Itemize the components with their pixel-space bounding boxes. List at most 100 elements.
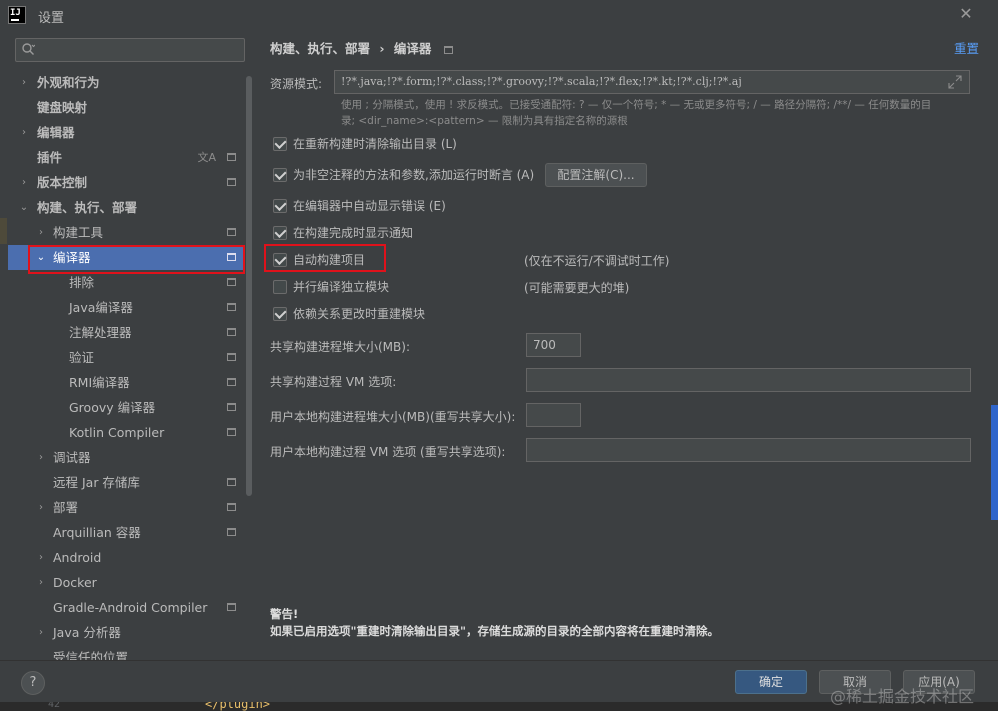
shared-vm-options-label: 共享构建过程 VM 选项: bbox=[270, 375, 397, 389]
tree-item-java-compiler[interactable]: Java编译器 bbox=[8, 295, 244, 320]
tree-item-gradle-android-compiler[interactable]: Gradle-Android Compiler bbox=[8, 595, 244, 620]
tree-item-arquillian-containers[interactable]: Arquillian 容器 bbox=[8, 520, 244, 545]
project-level-icon bbox=[227, 528, 236, 536]
resource-patterns-hint: 使用 ; 分隔模式，使用 ! 求反模式。已接受通配符: ? — 仅一个符号; *… bbox=[341, 97, 961, 129]
chevron-right-icon: › bbox=[39, 227, 43, 238]
tree-item-kotlin-compiler[interactable]: Kotlin Compiler bbox=[8, 420, 244, 445]
project-level-icon bbox=[227, 353, 236, 361]
hint-line: 使用 ; 分隔模式，使用 ! 求反模式。已接受通配符: ? — 仅一个符号; *… bbox=[341, 99, 932, 111]
auto-build-highlight-box bbox=[264, 244, 386, 272]
tree-item-docker[interactable]: › Docker bbox=[8, 570, 244, 595]
tree-item-groovy-compiler[interactable]: Groovy 编译器 bbox=[8, 395, 244, 420]
user-local-vm-options-input[interactable] bbox=[526, 438, 971, 462]
warning-message: 警告! 如果已启用选项"重建时清除输出目录"，存储生成源的目录的全部内容将在重建… bbox=[270, 606, 719, 640]
chevron-right-icon: › bbox=[39, 627, 43, 638]
configure-annotations-button[interactable]: 配置注解(C)... bbox=[545, 163, 647, 187]
search-icon bbox=[22, 43, 35, 55]
project-level-icon bbox=[227, 378, 236, 386]
breadcrumb-parent[interactable]: 构建、执行、部署 bbox=[270, 41, 370, 56]
project-level-icon bbox=[227, 278, 236, 286]
tree-item-label: 注解处理器 bbox=[69, 325, 132, 340]
code-fragment: </plugin> bbox=[205, 702, 271, 711]
rebuild-on-dependency-checkbox[interactable] bbox=[273, 307, 287, 321]
close-icon[interactable]: ✕ bbox=[958, 4, 974, 24]
reset-link[interactable]: 重置 bbox=[954, 38, 979, 57]
warning-text: 如果已启用选项"重建时清除输出目录"，存储生成源的目录的全部内容将在重建时清除。 bbox=[270, 624, 719, 638]
tree-item-label: Gradle-Android Compiler bbox=[53, 600, 208, 615]
tree-item-editor[interactable]: › 编辑器 bbox=[8, 120, 244, 145]
project-level-icon bbox=[227, 428, 236, 436]
help-button[interactable]: ? bbox=[21, 671, 45, 695]
sidebar-scrollbar[interactable] bbox=[246, 76, 252, 496]
clear-output-label: 在重新构建时清除输出目录 (L) bbox=[293, 137, 457, 151]
tree-item-label: Docker bbox=[53, 575, 97, 590]
build-automatically-note: (仅在不运行/不调试时工作) bbox=[524, 254, 670, 268]
project-level-icon bbox=[227, 303, 236, 311]
hint-line: 录; <dir_name>:<pattern> — 限制为具有指定名称的源根 bbox=[341, 115, 628, 127]
translate-icon: 文A bbox=[197, 151, 216, 164]
expand-icon[interactable] bbox=[947, 74, 963, 90]
tree-item-label: Java 分析器 bbox=[53, 625, 121, 640]
tree-item-label: Java编译器 bbox=[69, 300, 133, 315]
title-bar: IJ 设置 ✕ bbox=[0, 0, 998, 30]
tree-item-label: 部署 bbox=[53, 500, 79, 515]
tree-item-java-profiler[interactable]: › Java 分析器 bbox=[8, 620, 244, 645]
chevron-right-icon: › bbox=[39, 452, 43, 463]
shared-heap-size-input[interactable]: 700 bbox=[526, 333, 581, 357]
tree-item-label: RMI编译器 bbox=[69, 375, 130, 390]
tree-item-annotation-processors[interactable]: 注解处理器 bbox=[8, 320, 244, 345]
ok-button[interactable]: 确定 bbox=[735, 670, 807, 694]
resource-patterns-input[interactable]: !?*.java;!?*.form;!?*.class;!?*.groovy;!… bbox=[334, 70, 970, 94]
build-notification-checkbox[interactable] bbox=[273, 226, 287, 240]
tree-item-label: Kotlin Compiler bbox=[69, 425, 165, 440]
user-local-vm-options-label: 用户本地构建过程 VM 选项 (重写共享选项): bbox=[270, 445, 506, 459]
tree-item-label: 远程 Jar 存储库 bbox=[53, 475, 140, 490]
shared-vm-options-input[interactable] bbox=[526, 368, 971, 392]
watermark-text: @稀土掘金技术社区 bbox=[830, 687, 975, 706]
tree-item-build-tools[interactable]: › 构建工具 bbox=[8, 220, 244, 245]
build-notification-label: 在构建完成时显示通知 bbox=[293, 226, 414, 240]
settings-sidebar: › 外观和行为 键盘映射 › 编辑器 插件 文A › 版本控制 ⌄ 构建、执行、… bbox=[0, 30, 255, 660]
tree-item-trusted-locations[interactable]: 受信任的位置 bbox=[8, 645, 244, 660]
compiler-settings-panel: 构建、执行、部署 › 编译器 重置 资源模式: !?*.java;!?*.for… bbox=[255, 30, 998, 660]
tree-item-appearance[interactable]: › 外观和行为 bbox=[8, 70, 244, 95]
search-input[interactable] bbox=[42, 41, 238, 59]
line-number: 42 bbox=[48, 702, 61, 710]
search-box[interactable] bbox=[15, 38, 245, 62]
compiler-highlight-box bbox=[28, 245, 245, 274]
tree-item-rmi-compiler[interactable]: RMI编译器 bbox=[8, 370, 244, 395]
auto-show-errors-label: 在编辑器中自动显示错误 (E) bbox=[293, 199, 446, 213]
auto-show-errors-checkbox[interactable] bbox=[273, 199, 287, 213]
chevron-right-icon: › bbox=[22, 127, 26, 138]
tree-item-validation[interactable]: 验证 bbox=[8, 345, 244, 370]
tree-item-label: 键盘映射 bbox=[37, 100, 88, 115]
chevron-right-icon: › bbox=[39, 577, 43, 588]
tree-item-keymap[interactable]: 键盘映射 bbox=[8, 95, 244, 120]
user-local-heap-size-input[interactable] bbox=[526, 403, 581, 427]
tree-item-version-control[interactable]: › 版本控制 bbox=[8, 170, 244, 195]
tree-item-label: 外观和行为 bbox=[37, 75, 100, 90]
tree-item-label: Groovy 编译器 bbox=[69, 400, 156, 415]
tree-item-android[interactable]: › Android bbox=[8, 545, 244, 570]
parallel-compile-checkbox[interactable] bbox=[273, 280, 287, 294]
project-level-icon bbox=[227, 328, 236, 336]
tree-item-remote-jar-repositories[interactable]: 远程 Jar 存储库 bbox=[8, 470, 244, 495]
settings-tree: › 外观和行为 键盘映射 › 编辑器 插件 文A › 版本控制 ⌄ 构建、执行、… bbox=[8, 70, 244, 660]
tree-item-debugger[interactable]: › 调试器 bbox=[8, 445, 244, 470]
runtime-assertions-checkbox[interactable] bbox=[273, 168, 287, 182]
tree-item-label: 验证 bbox=[69, 350, 95, 365]
project-level-icon bbox=[227, 478, 236, 486]
clear-output-checkbox[interactable] bbox=[273, 137, 287, 151]
tree-item-deployment[interactable]: › 部署 bbox=[8, 495, 244, 520]
chevron-right-icon: › bbox=[22, 177, 26, 188]
project-level-icon bbox=[227, 153, 236, 161]
project-level-icon bbox=[227, 178, 236, 186]
background-window-edge bbox=[991, 405, 998, 520]
project-level-icon bbox=[227, 603, 236, 611]
warning-title: 警告! bbox=[270, 607, 299, 621]
chevron-right-icon: › bbox=[22, 77, 26, 88]
breadcrumb-current: 编译器 bbox=[393, 41, 432, 56]
tree-item-plugins[interactable]: 插件 文A bbox=[8, 145, 244, 170]
tree-item-label: 构建、执行、部署 bbox=[37, 200, 138, 215]
tree-item-build-execution-deployment[interactable]: ⌄ 构建、执行、部署 bbox=[8, 195, 244, 220]
